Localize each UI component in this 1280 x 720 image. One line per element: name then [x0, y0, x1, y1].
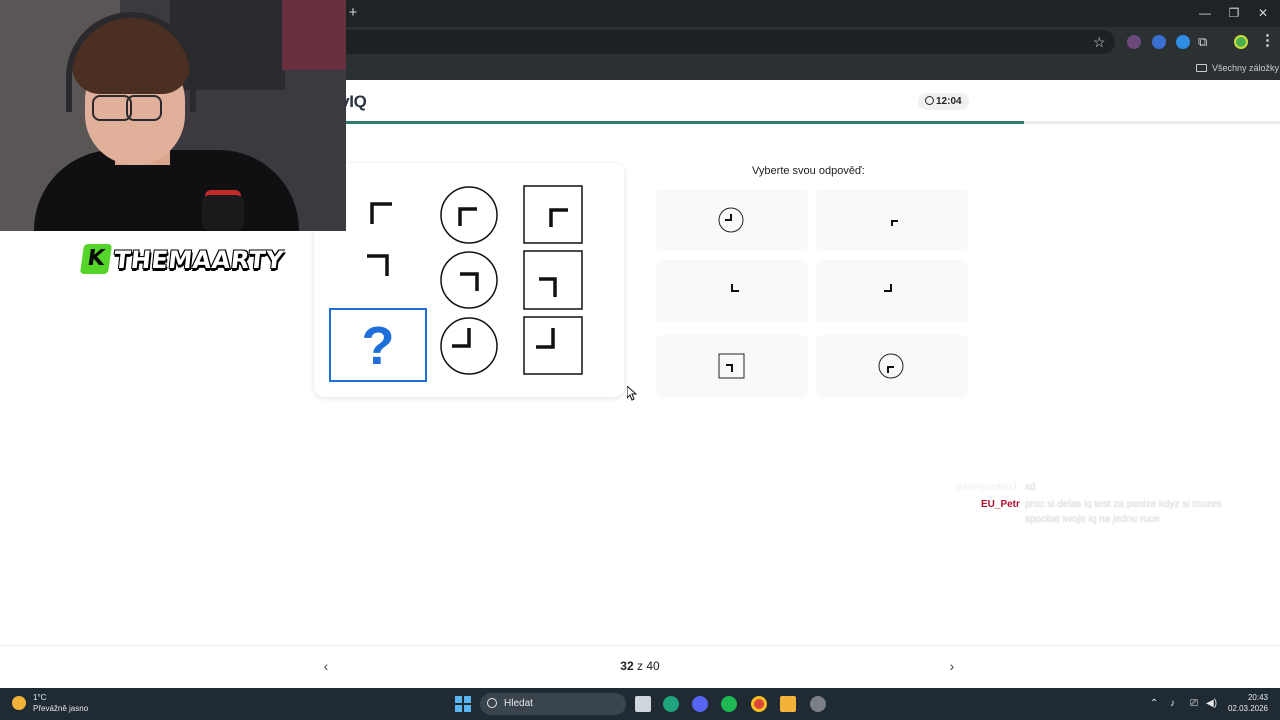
stopwatch-icon	[925, 96, 934, 105]
previous-question-button[interactable]: ‹	[316, 656, 336, 676]
browser-menu-icon[interactable]: ⋮	[1260, 31, 1275, 51]
brand-logo-icon: K	[79, 244, 113, 274]
webcam-background	[282, 0, 346, 70]
bookmark-star-icon[interactable]: ☆	[1093, 32, 1106, 52]
missing-cell: ?	[329, 308, 427, 382]
answer-option-4[interactable]	[816, 260, 968, 322]
file-explorer-icon[interactable]	[780, 696, 796, 712]
app-icon[interactable]	[810, 696, 826, 712]
tray-overflow-icon[interactable]: ⌃	[1150, 697, 1158, 711]
mouse-cursor-icon	[626, 384, 638, 406]
streamer-brand-name: THEMAARTY	[112, 246, 286, 274]
microphone-icon[interactable]: ♪	[1170, 697, 1175, 711]
matrix-cell-r1c1	[362, 194, 402, 234]
matrix-cell-r2c3	[523, 250, 583, 310]
timer-badge: 12:04	[918, 93, 969, 110]
timer-text: 12:04	[936, 96, 962, 107]
question-counter: 32 z 40	[612, 659, 668, 673]
discord-icon[interactable]	[692, 696, 708, 712]
spotify-icon[interactable]	[721, 696, 737, 712]
extensions-puzzle-icon[interactable]: ⧉	[1198, 32, 1207, 52]
weather-description[interactable]: Převážně jasno	[33, 704, 88, 713]
minimize-button[interactable]: —	[1190, 4, 1220, 22]
chat-message: xd	[1025, 482, 1036, 493]
answer-option-3[interactable]	[656, 260, 808, 322]
weather-temperature[interactable]: 1°C	[33, 693, 46, 702]
search-icon	[487, 698, 497, 708]
taskbar-search-placeholder[interactable]: Hledat	[504, 698, 533, 709]
matrix-cell-r2c2	[439, 250, 499, 310]
all-bookmarks-label: Všechny záložky	[1212, 63, 1280, 73]
new-tab-button[interactable]: +	[346, 4, 360, 22]
microphone-icon	[202, 195, 244, 231]
volume-icon[interactable]: ◀)	[1206, 697, 1217, 711]
answer-option-1[interactable]	[656, 189, 808, 251]
matrix-cell-r2c1	[357, 246, 397, 286]
network-icon[interactable]: ⎚	[1190, 697, 1198, 711]
answer-option-2[interactable]	[816, 189, 968, 251]
answer-prompt: Vyberte svou odpověď:	[752, 165, 865, 177]
folder-icon	[1196, 64, 1207, 72]
close-window-button[interactable]: ✕	[1248, 4, 1278, 22]
chrome-icon[interactable]	[751, 696, 767, 712]
current-question: 32	[620, 659, 634, 673]
windows-start-icon[interactable]	[455, 696, 471, 712]
matrix-cell-r1c2	[439, 185, 499, 245]
answer-option-5[interactable]	[656, 335, 808, 397]
total-questions: 40	[646, 659, 660, 673]
chat-message: proc si delas iq test za penize kdyz si …	[1025, 499, 1222, 525]
edge-browser-icon[interactable]	[663, 696, 679, 712]
counter-separator: z	[633, 659, 647, 673]
webcam-overlay	[0, 0, 346, 231]
all-bookmarks-button[interactable]: Všechny záložky	[1196, 61, 1279, 75]
taskbar-search-box[interactable]	[480, 693, 626, 715]
profile-avatar[interactable]	[1234, 35, 1248, 49]
taskbar-date[interactable]: 02.03.2026	[1224, 704, 1268, 713]
extension-icon[interactable]	[1127, 35, 1141, 49]
taskbar-time[interactable]: 20:43	[1232, 693, 1268, 702]
chat-username: EU_Petr	[981, 499, 1020, 510]
next-question-button[interactable]: ›	[942, 656, 962, 676]
task-view-icon[interactable]	[635, 696, 651, 712]
extension-icon[interactable]	[1152, 35, 1166, 49]
restore-button[interactable]: ❐	[1219, 4, 1249, 22]
weather-sun-icon[interactable]	[12, 696, 26, 710]
glasses-icon	[126, 95, 162, 121]
extension-icon[interactable]	[1176, 35, 1190, 49]
question-mark: ?	[361, 316, 395, 376]
matrix-cell-r3c2	[439, 316, 499, 376]
chat-username: paveljordan1	[956, 482, 1018, 493]
matrix-cell-r1c3	[523, 185, 583, 244]
address-bar[interactable]	[330, 30, 1115, 54]
answer-option-6[interactable]	[816, 335, 968, 397]
matrix-cell-r3c3	[523, 316, 583, 375]
